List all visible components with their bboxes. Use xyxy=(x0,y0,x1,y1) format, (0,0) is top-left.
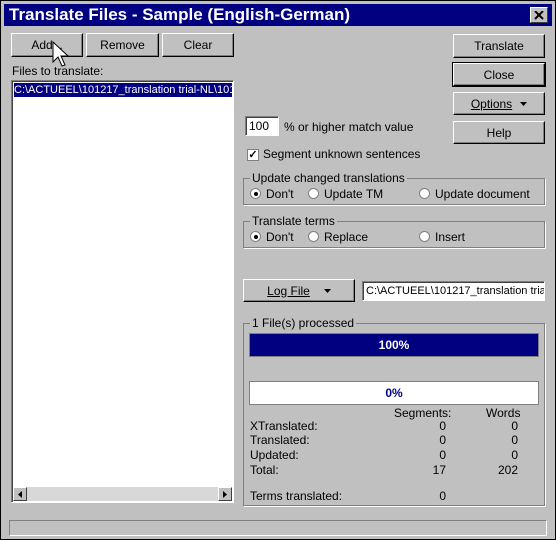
clear-button[interactable]: Clear xyxy=(162,33,234,57)
words-header: Words xyxy=(486,406,521,420)
segment-unknown-label: Segment unknown sentences xyxy=(263,147,421,161)
update-document-radio[interactable] xyxy=(419,188,430,199)
progress-text: 100% xyxy=(378,338,410,352)
arrow-right-icon xyxy=(223,490,227,498)
match-value-input[interactable]: 100 xyxy=(245,116,279,136)
scroll-right-button[interactable] xyxy=(218,487,232,501)
terms-dont-radio[interactable] xyxy=(250,231,261,242)
total-label: Total: xyxy=(250,463,279,477)
progress-bar-total: 100% xyxy=(249,333,539,357)
dropdown-arrow-icon xyxy=(520,101,528,106)
updated-words: 0 xyxy=(511,448,518,462)
terms-translated-value: 0 xyxy=(439,489,446,503)
xtranslated-segments: 0 xyxy=(439,419,446,433)
total-segments: 17 xyxy=(432,463,446,477)
arrow-left-icon xyxy=(18,490,22,498)
xtranslated-label: XTranslated: xyxy=(250,419,318,433)
log-file-path-field[interactable]: C:\ACTUEEL\101217_translation tria xyxy=(362,281,545,301)
terms-insert-radio[interactable] xyxy=(419,231,430,242)
update-dont-label: Don't xyxy=(266,187,294,201)
update-document-label: Update document xyxy=(435,187,530,201)
dropdown-arrow-icon xyxy=(323,288,331,293)
updated-label: Updated: xyxy=(250,448,299,462)
segment-unknown-checkbox[interactable]: ✓ xyxy=(247,149,259,161)
update-group-title: Update changed translations xyxy=(250,171,407,185)
files-list[interactable]: C:\ACTUEEL\101217_translation trial-NL\1… xyxy=(11,80,234,503)
terms-translated-label: Terms translated: xyxy=(250,489,343,503)
segments-header: Segments: xyxy=(394,406,452,420)
terms-insert-label: Insert xyxy=(435,230,466,244)
terms-replace-radio[interactable] xyxy=(308,231,319,242)
scroll-left-button[interactable] xyxy=(13,487,27,501)
update-tm-radio[interactable] xyxy=(308,188,319,199)
terms-replace-label: Replace xyxy=(324,230,369,244)
progress-bar-current: 0% xyxy=(249,381,539,405)
update-tm-label: Update TM xyxy=(324,187,384,201)
close-window-button[interactable] xyxy=(530,7,548,23)
close-button[interactable]: Close xyxy=(452,62,546,87)
horizontal-scrollbar[interactable] xyxy=(13,487,232,501)
translate-button[interactable]: Translate xyxy=(453,34,545,58)
match-value-label: % or higher match value xyxy=(284,120,414,134)
title-bar[interactable]: Translate Files - Sample (English-German… xyxy=(4,4,552,26)
files-label: Files to translate: xyxy=(12,64,104,78)
translated-words: 0 xyxy=(511,433,518,447)
list-item[interactable]: C:\ACTUEEL\101217_translation trial-NL\1… xyxy=(14,83,232,97)
status-bar xyxy=(9,520,547,536)
log-file-label: Log File xyxy=(267,283,310,298)
xtranslated-words: 0 xyxy=(511,419,518,433)
update-dont-radio[interactable] xyxy=(250,188,261,199)
progress-text: 0% xyxy=(385,386,403,400)
updated-segments: 0 xyxy=(439,448,446,462)
terms-dont-label: Don't xyxy=(266,230,294,244)
options-label: Options xyxy=(470,96,513,111)
dialog-window: Translate Files - Sample (English-German… xyxy=(0,0,556,540)
help-button[interactable]: Help xyxy=(453,121,545,144)
progress-group-title: 1 File(s) processed xyxy=(250,316,357,330)
log-file-button[interactable]: Log File xyxy=(243,279,355,302)
remove-button[interactable]: Remove xyxy=(86,33,159,57)
options-button[interactable]: Options xyxy=(453,92,545,115)
close-icon xyxy=(534,10,544,20)
window-title: Translate Files - Sample (English-German… xyxy=(9,5,351,24)
translated-label: Translated: xyxy=(250,433,310,447)
add-button[interactable]: Add... xyxy=(11,33,83,57)
total-words: 202 xyxy=(497,463,518,477)
translated-segments: 0 xyxy=(439,433,446,447)
terms-group-title: Translate terms xyxy=(250,214,337,228)
